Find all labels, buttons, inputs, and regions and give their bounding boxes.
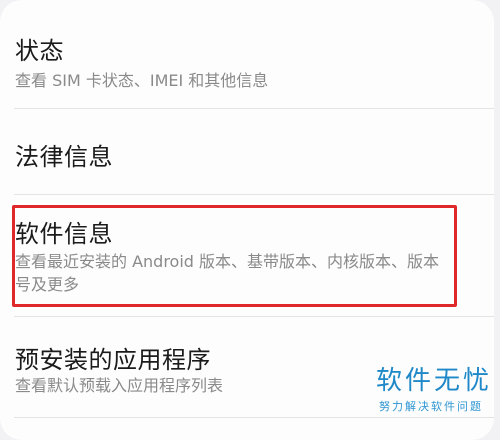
highlight-box [12, 205, 457, 307]
status-item[interactable]: 状态 查看 SIM 卡状态、IMEI 和其他信息 [0, 0, 494, 108]
preinstalled-apps-title: 预安装的应用程序 [15, 346, 211, 374]
divider [14, 417, 494, 418]
watermark-text: 软件无忧 [376, 366, 493, 396]
status-title: 状态 [15, 37, 64, 65]
legal-info-item[interactable]: 法律信息 [0, 109, 494, 194]
legal-info-title: 法律信息 [15, 143, 113, 171]
watermark-subtext: 努力解决软件问题 [379, 400, 483, 413]
status-subtitle: 查看 SIM 卡状态、IMEI 和其他信息 [15, 71, 269, 90]
watermark-logo: 软件无忧 努力解决软件问题 [376, 360, 493, 414]
